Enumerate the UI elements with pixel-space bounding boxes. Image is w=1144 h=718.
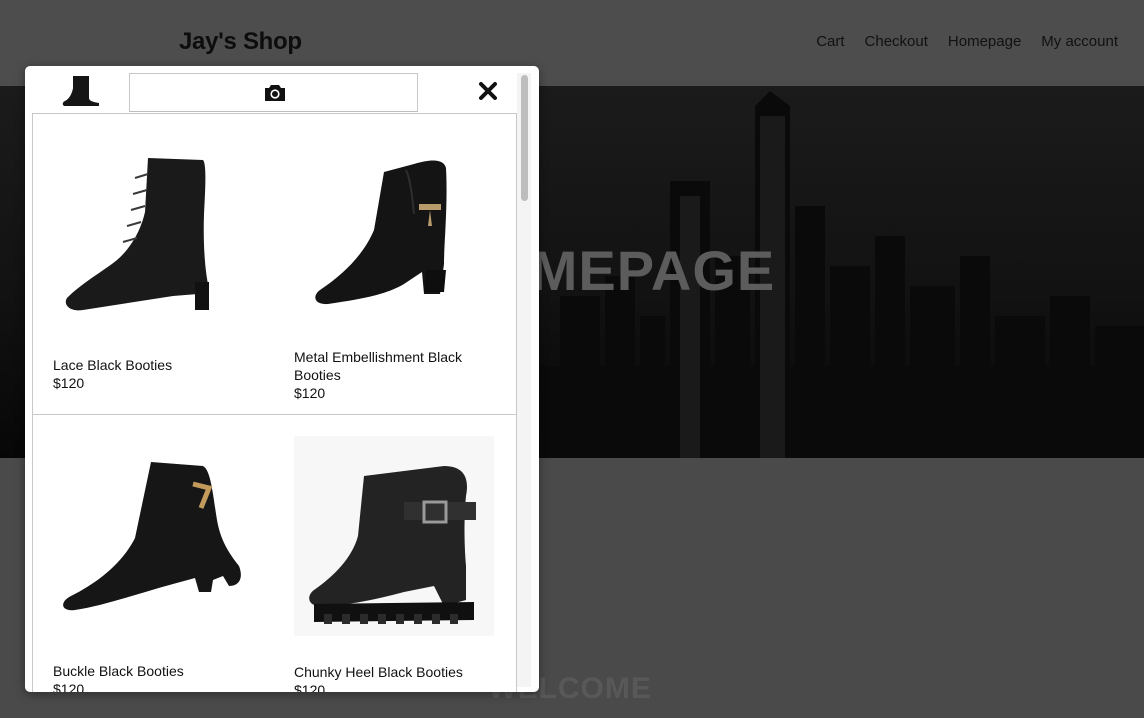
nav-my-account[interactable]: My account — [1041, 33, 1118, 50]
nav-checkout[interactable]: Checkout — [865, 33, 928, 50]
row-divider — [33, 414, 516, 415]
scrollbar-thumb[interactable] — [521, 75, 528, 201]
camera-icon — [265, 85, 285, 101]
product-image — [294, 436, 494, 636]
search-results-grid: Lace Black Booties $120 Metal Embellishm… — [32, 113, 517, 692]
product-name[interactable]: Lace Black Booties — [53, 356, 253, 374]
nav-cart[interactable]: Cart — [816, 33, 844, 50]
close-icon[interactable] — [478, 81, 498, 101]
site-title[interactable]: Jay's Shop — [179, 28, 302, 56]
results-scrollbar[interactable] — [517, 73, 531, 687]
product-price: $120 — [294, 385, 326, 401]
main-nav: Cart Checkout Homepage My account — [816, 33, 1118, 50]
product-name[interactable]: Metal Embellishment Black Booties — [294, 348, 494, 384]
product-name[interactable]: Buckle Black Booties — [53, 662, 253, 680]
boot-thumbnail[interactable] — [59, 74, 105, 108]
product-name[interactable]: Chunky Heel Black Booties — [294, 663, 494, 681]
product-image — [315, 160, 447, 305]
product-price: $120 — [294, 682, 326, 692]
visual-search-popup: Lace Black Booties $120 Metal Embellishm… — [25, 66, 539, 692]
camera-search-tab[interactable] — [129, 73, 418, 112]
product-image — [63, 462, 241, 611]
nav-homepage[interactable]: Homepage — [948, 33, 1021, 50]
product-image — [65, 158, 209, 311]
product-price: $120 — [53, 681, 85, 692]
product-price: $120 — [53, 375, 85, 391]
